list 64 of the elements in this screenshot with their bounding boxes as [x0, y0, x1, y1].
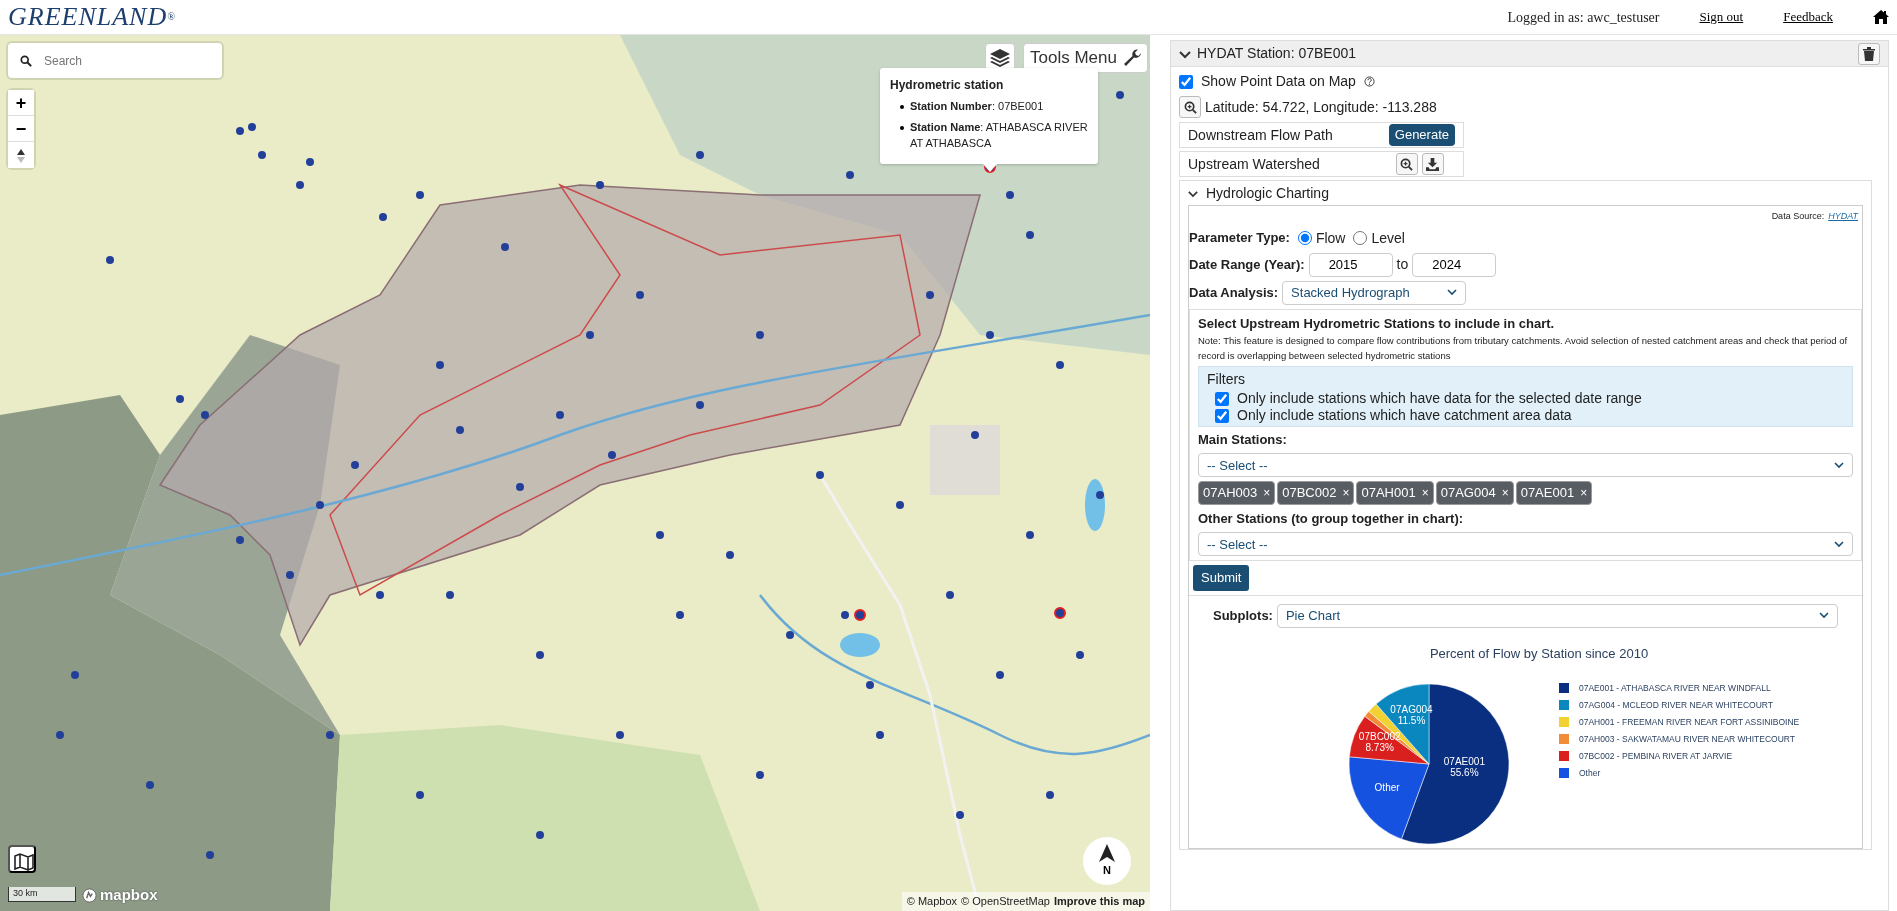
zoom-in-button[interactable]: +: [8, 90, 34, 116]
popup-detail: Station Name: ATHABASCA RIVER AT ATHABASCA: [910, 119, 1088, 151]
legend-label[interactable]: 07AE001 - ATHABASCA RIVER NEAR WINDFALL: [1579, 682, 1771, 693]
field-label: Other Stations (to group together in chart):: [1198, 509, 1465, 528]
station-tag: 07AE001 ×: [1515, 481, 1593, 505]
section-title: Hydrologic Charting: [1206, 183, 1329, 203]
filters-title: Filters: [1207, 370, 1247, 390]
year-input[interactable]: 2015: [1308, 252, 1393, 277]
legend-label[interactable]: 07AH001 - FREEMAN RIVER NEAR FORT ASSINIBOINE: [1579, 716, 1800, 727]
station-tag: 07AG004 ×: [1435, 481, 1514, 505]
field-label: Subplots:: [1213, 607, 1273, 626]
panel-title: HYDAT Station: 07BE001: [1197, 44, 1357, 63]
row-label: Upstream Watershed: [1188, 154, 1320, 174]
logged-in-user: Logged in as: awc_testuser: [1507, 8, 1660, 27]
remove-tag-button[interactable]: ×: [1501, 484, 1509, 503]
attribution-link[interactable]: © Mapbox: [906, 893, 958, 910]
data-source-link[interactable]: HYDAT: [1828, 210, 1858, 224]
subplots-select[interactable]: Pie Chart: [1276, 603, 1838, 628]
station-tag: 07AH001 ×: [1356, 481, 1434, 505]
popup-title: Hydrometric station: [890, 77, 1005, 94]
chart-title: Percent of Flow by Station since 2010: [1429, 645, 1649, 661]
checkbox-label: Only include stations which have data for the selected date range: [1237, 390, 1642, 408]
remove-tag-button[interactable]: ×: [1263, 484, 1271, 503]
legend-label[interactable]: 07BC002 - PEMBINA RIVER AT JARVIE: [1579, 750, 1733, 761]
analysis-select[interactable]: Stacked Hydrograph: [1282, 280, 1467, 305]
radio-label: Level: [1371, 228, 1405, 248]
slice-label: Other: [1374, 781, 1400, 793]
section-heading: Select Upstream Hydrometric Stations to include in chart.: [1198, 314, 1556, 333]
scale-bar: 30 km: [8, 887, 76, 902]
legend-label[interactable]: Other: [1579, 767, 1601, 778]
slice-label: 07AE001 55.6%: [1443, 756, 1485, 779]
attribution-link[interactable]: © OpenStreetMap: [961, 893, 1050, 910]
main-stations-select[interactable]: -- Select --: [1198, 453, 1853, 478]
slice-label: 07AG004 11.5%: [1390, 703, 1433, 726]
field-label: Data Analysis:: [1189, 283, 1279, 302]
search-bar[interactable]: Search: [8, 43, 222, 78]
popup-detail: Station Number: 07BE001: [910, 99, 1044, 114]
other-stations-select[interactable]: -- Select --: [1198, 532, 1853, 557]
data-source-label: Data Source:: [1771, 210, 1825, 223]
note-text: Note: This feature is designed to compare flow contributions from tributary catchments. Avoid selection of nested catchment areas and check that period of record is overlapping between selected hydrometric stations: [1198, 334, 1849, 364]
remove-tag-button[interactable]: ×: [1421, 484, 1429, 503]
nav-link[interactable]: Sign out: [1699, 7, 1744, 27]
checkbox-label: Only include stations which have catchment area data: [1237, 407, 1572, 424]
coordinates-text: Latitude: 54.722, Longitude: -113.288: [1205, 97, 1437, 117]
submit-button[interactable]: Submit: [1193, 565, 1250, 591]
attribution-link[interactable]: Improve this map: [1053, 893, 1145, 910]
app-logo[interactable]: GREENLAND$^{®}$: [8, 4, 176, 30]
generate-button[interactable]: Generate: [1388, 124, 1455, 146]
legend-label[interactable]: 07AG004 - MCLEOD RIVER NEAR WHITECOURT: [1579, 699, 1773, 710]
range-separator: to: [1396, 255, 1409, 274]
station-tag: 07AH003 ×: [1198, 481, 1276, 505]
legend-label[interactable]: 07AH003 - SAKWATAMAU RIVER NEAR WHITECOURT: [1579, 733, 1795, 744]
row-label: Downstream Flow Path: [1188, 125, 1333, 145]
station-tag: 07BC002 ×: [1277, 481, 1355, 505]
remove-tag-button[interactable]: ×: [1342, 484, 1350, 503]
year-input[interactable]: 2024: [1412, 252, 1497, 277]
field-label: Main Stations:: [1198, 430, 1288, 449]
field-label: Parameter Type:: [1189, 229, 1290, 248]
nav-link[interactable]: Feedback: [1783, 7, 1833, 27]
remove-tag-button[interactable]: ×: [1580, 484, 1588, 503]
radio-label: Flow: [1315, 228, 1346, 248]
checkbox-label: Show Point Data on Map: [1201, 72, 1356, 91]
field-label: Date Range (Year):: [1189, 255, 1305, 274]
tools-menu-button[interactable]: Tools Menu: [1023, 43, 1148, 73]
